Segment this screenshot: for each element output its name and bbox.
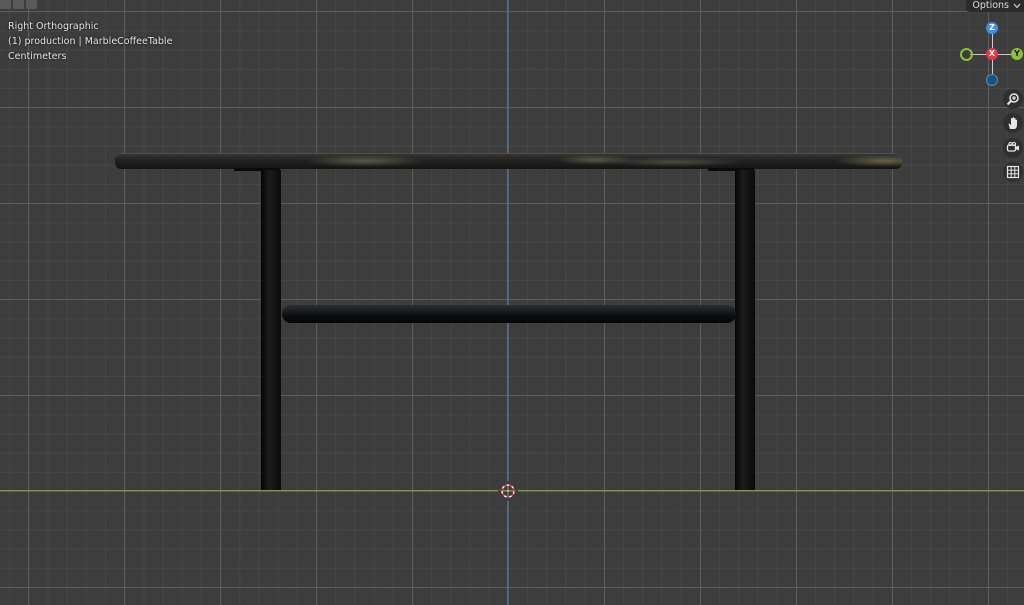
viewport-header-tools[interactable] xyxy=(0,0,40,9)
chevron-down-icon xyxy=(1013,3,1021,9)
pan-button[interactable] xyxy=(1003,113,1023,133)
gizmo-x-axis[interactable]: X xyxy=(986,48,998,60)
3d-cursor-icon[interactable] xyxy=(498,481,518,501)
units-label: Centimeters xyxy=(8,51,67,62)
options-label: Options xyxy=(972,0,1009,11)
marble-tabletop[interactable] xyxy=(115,153,902,169)
table-leg-right[interactable] xyxy=(735,170,755,490)
navigation-gizmo[interactable]: Z X Y xyxy=(958,20,1024,88)
gizmo-z-axis[interactable]: Z xyxy=(986,22,998,34)
hand-pan-icon xyxy=(1008,117,1017,129)
gizmo-negative-z-axis[interactable] xyxy=(986,74,998,86)
z-axis-line xyxy=(507,0,508,605)
zoom-button[interactable] xyxy=(1003,89,1023,109)
3d-viewport[interactable]: Right Orthographic (1) production | Marb… xyxy=(0,0,1024,605)
collection-object-label: (1) production | MarbleCoffeeTable xyxy=(8,36,173,47)
table-leg-left[interactable] xyxy=(261,170,281,490)
gizmo-y-axis[interactable]: Y xyxy=(1011,48,1023,60)
view-name-label: Right Orthographic xyxy=(8,21,99,32)
table-stretcher-bar[interactable] xyxy=(282,305,736,323)
tool-button[interactable] xyxy=(26,0,37,9)
tool-button[interactable] xyxy=(0,0,11,9)
gizmo-negative-y-axis[interactable] xyxy=(960,48,973,61)
grid-icon xyxy=(1006,165,1020,179)
camera-view-button[interactable] xyxy=(1003,138,1023,158)
zoom-icon xyxy=(1006,93,1019,106)
ortho-toggle-button[interactable] xyxy=(1003,162,1023,182)
camera-icon xyxy=(1006,141,1019,152)
tool-button[interactable] xyxy=(13,0,24,9)
options-dropdown[interactable]: Options xyxy=(966,0,1024,12)
